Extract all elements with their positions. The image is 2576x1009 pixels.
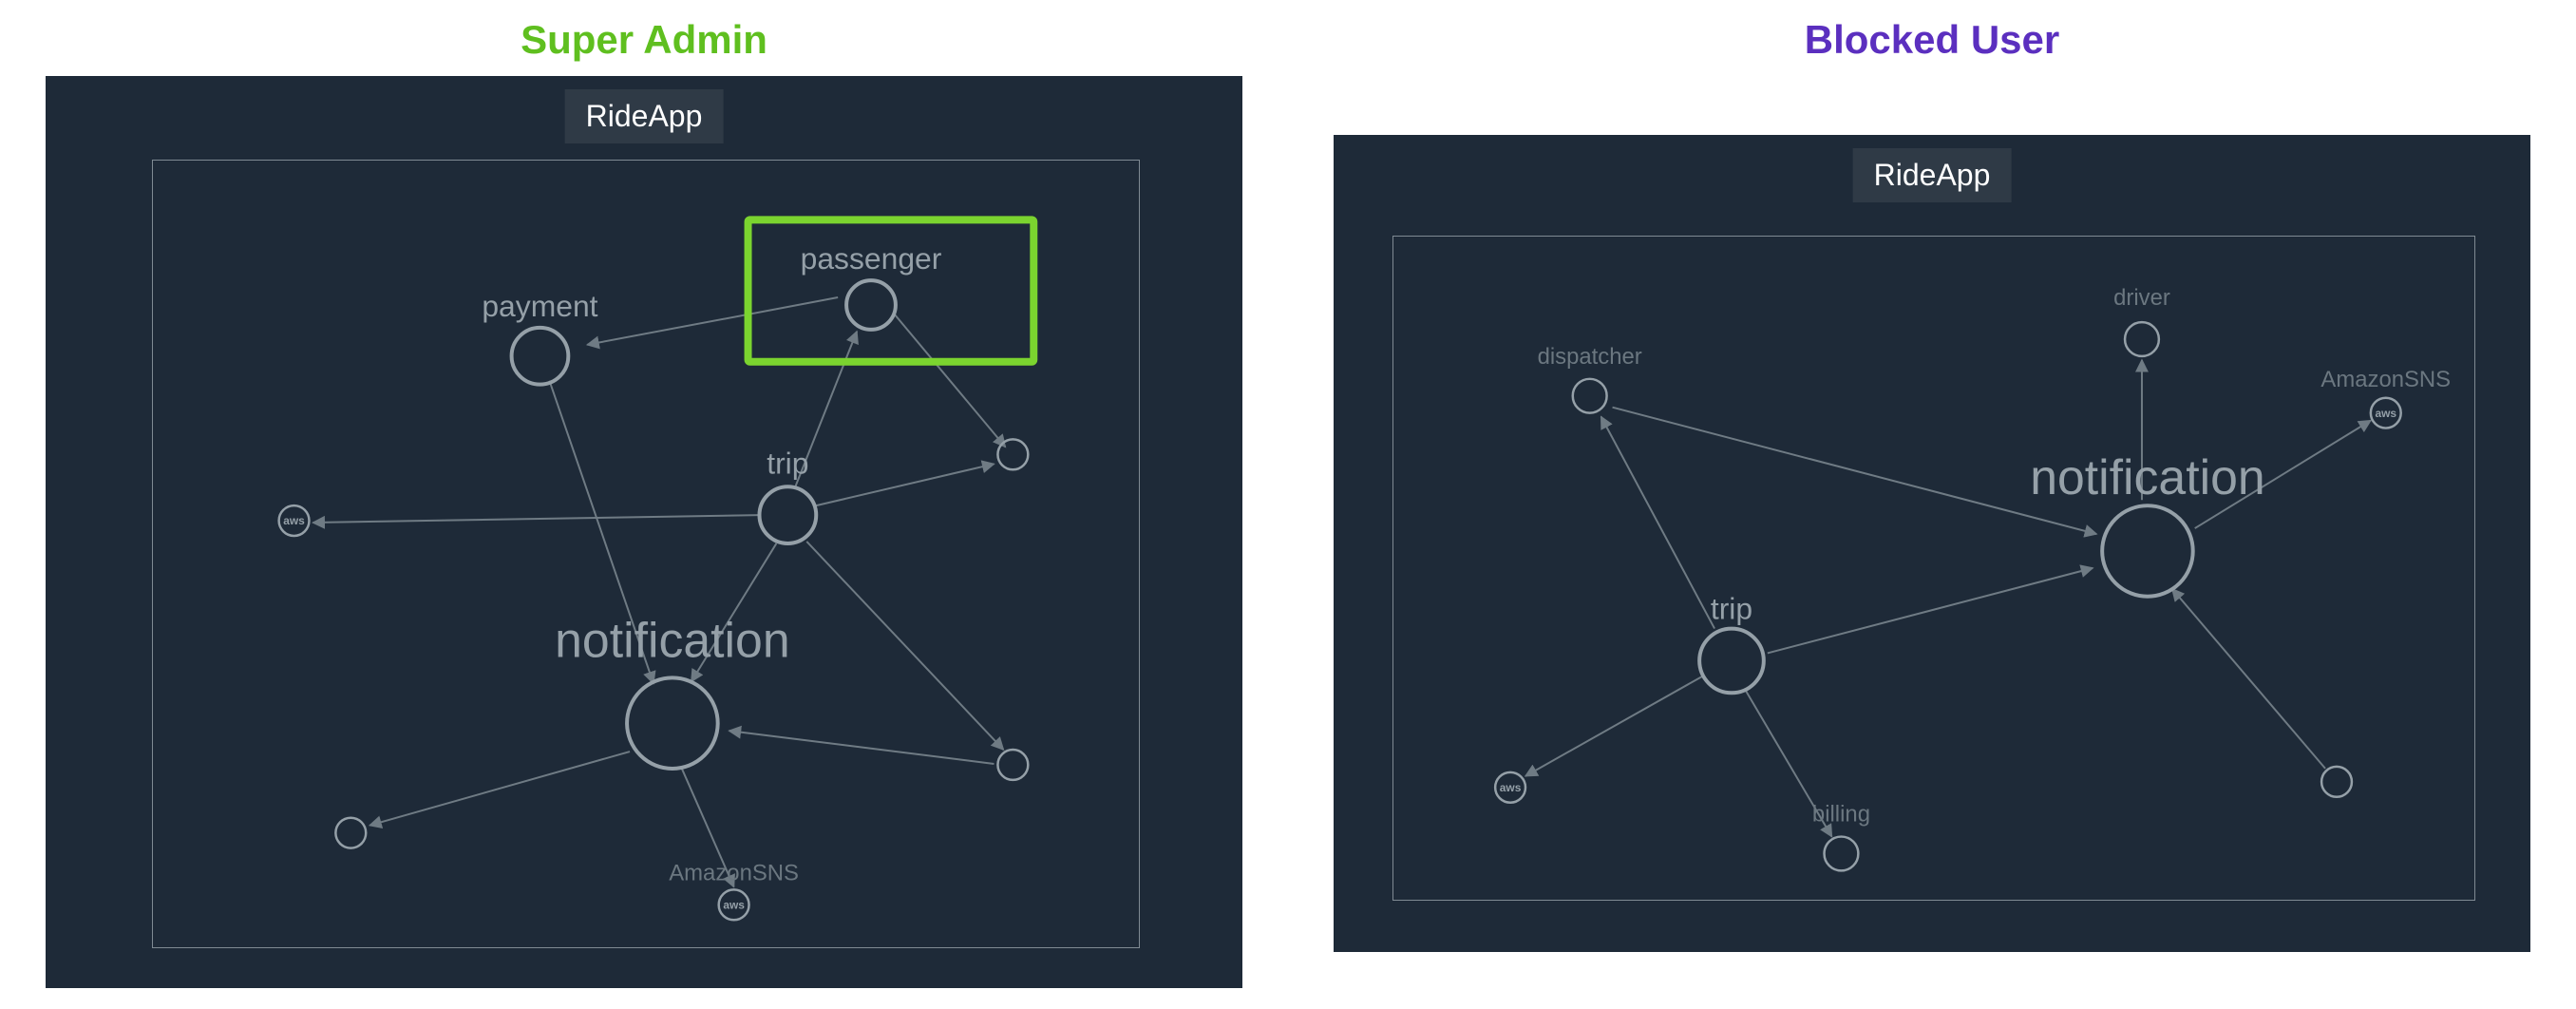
diagram-root: Super Admin RideApp: [0, 0, 2576, 1009]
edge-extra2-notification: [729, 731, 994, 764]
svg-text:aws: aws: [2375, 407, 2396, 420]
node-billing-label: billing: [1812, 802, 1870, 828]
node-notification-admin[interactable]: [627, 677, 718, 769]
node-dispatcher[interactable]: [1573, 379, 1607, 413]
edge-trip-aws: [1525, 676, 1703, 776]
edge-trip-dispatcher: [1601, 417, 1714, 629]
node-amazonsns-admin[interactable]: aws: [719, 889, 749, 920]
edge-trip-aws-left: [313, 515, 759, 523]
node-passenger-label: passenger: [801, 241, 942, 276]
node-extra-bottom-right[interactable]: [997, 750, 1028, 780]
edge-notification-extra3: [369, 752, 630, 826]
node-extra-bottom-right-b[interactable]: [2321, 767, 2352, 797]
node-billing[interactable]: [1825, 837, 1859, 871]
title-blocked: Blocked User: [1805, 17, 2059, 63]
edge-extra-notification: [2172, 589, 2325, 769]
edge-dispatcher-notification: [1613, 408, 2097, 534]
panel-blocked: RideApp: [1334, 135, 2530, 952]
node-notification-blocked[interactable]: [2102, 505, 2193, 597]
panel-admin: RideApp: [46, 76, 1242, 988]
edge-trip-extra1: [816, 464, 994, 505]
svg-text:aws: aws: [1500, 781, 1522, 794]
node-dispatcher-label: dispatcher: [1538, 344, 1642, 370]
node-payment[interactable]: [512, 328, 569, 385]
column-blocked: Blocked User RideApp: [1326, 0, 2538, 1009]
node-payment-label: payment: [482, 289, 597, 323]
node-extra-bottom-left[interactable]: [335, 818, 366, 848]
app-chip-admin: RideApp: [565, 89, 724, 143]
node-amazonsns-label-b: AmazonSNS: [2320, 367, 2451, 392]
node-trip-label-b: trip: [1711, 592, 1752, 626]
title-admin: Super Admin: [521, 17, 767, 63]
node-aws-left[interactable]: aws: [279, 505, 310, 536]
node-aws-bottom-left[interactable]: aws: [1495, 772, 1525, 803]
edge-trip-extra2: [806, 542, 1003, 750]
node-driver-label: driver: [2113, 285, 2170, 311]
node-trip-blocked[interactable]: [1699, 629, 1764, 694]
node-amazonsns-label: AmazonSNS: [669, 860, 799, 885]
svg-text:aws: aws: [283, 514, 305, 527]
node-notification-label-b: notification: [2030, 449, 2264, 504]
node-trip-label: trip: [767, 446, 808, 480]
edge-trip-notification-b: [1768, 568, 2093, 654]
svg-text:aws: aws: [723, 899, 745, 912]
node-amazonsns-blocked[interactable]: aws: [2371, 398, 2401, 428]
node-extra-top-right[interactable]: [997, 439, 1028, 469]
column-admin: Super Admin RideApp: [38, 0, 1250, 1009]
node-trip-admin[interactable]: [759, 486, 816, 543]
graph-admin: passenger payment trip notification: [47, 78, 1241, 986]
graph-blocked: dispatcher driver AmazonSNS aws notifica…: [1335, 137, 2529, 950]
node-passenger[interactable]: [846, 280, 896, 330]
node-notification-label: notification: [555, 612, 789, 667]
edge-passenger-extra1: [895, 314, 1006, 447]
node-driver[interactable]: [2125, 322, 2159, 356]
app-chip-blocked: RideApp: [1853, 148, 2012, 202]
edge-passenger-payment: [587, 297, 838, 345]
